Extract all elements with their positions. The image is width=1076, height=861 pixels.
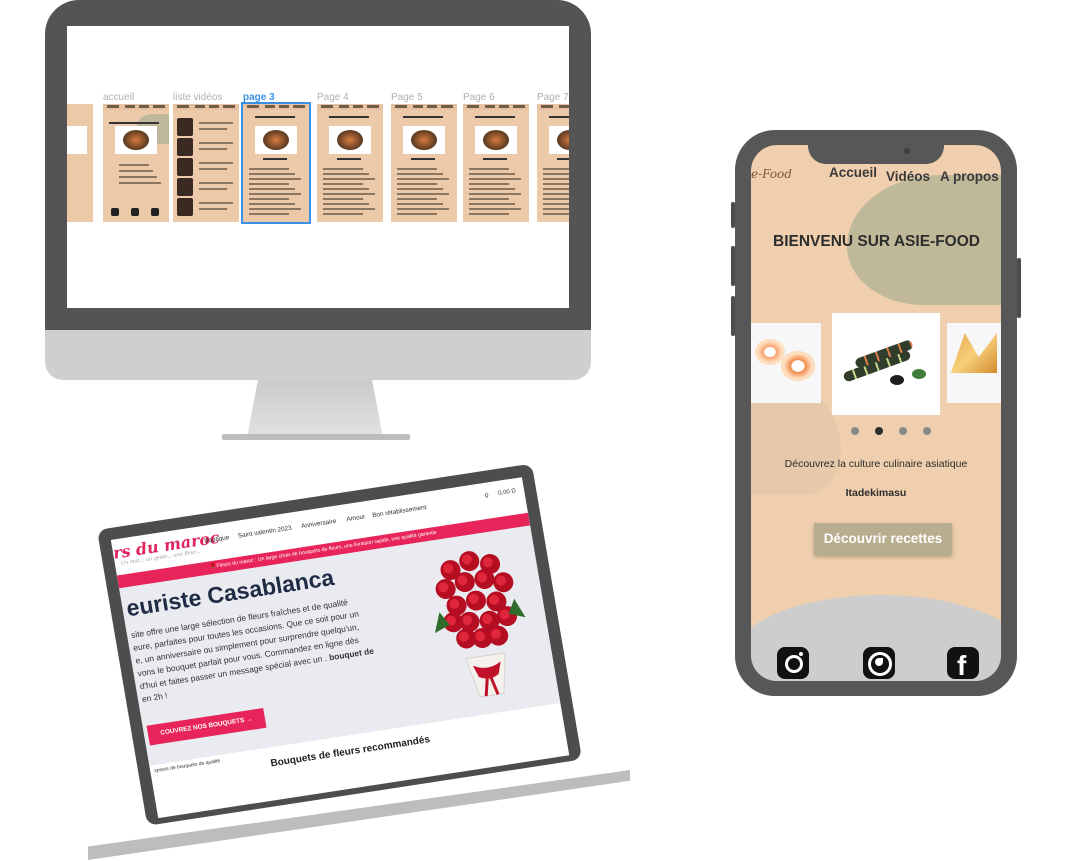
frame-label[interactable]: accueil [103,92,134,103]
frame-label[interactable]: Page 7 [537,92,569,103]
instagram-icon[interactable] [777,647,809,679]
carousel-slide-active[interactable] [832,313,940,415]
prototype-frame-thumbnail[interactable] [391,104,457,222]
subtitle: Itadekimasu [845,487,907,499]
frame-label[interactable]: page 3 [243,92,275,103]
phone-side-button [731,296,735,336]
prototype-frame-thumbnail[interactable] [537,104,569,222]
prototype-frame-thumbnail[interactable] [173,104,239,222]
page-title: BIENVENU SUR ASIE-FOOD [773,233,980,250]
camera-icon [904,148,910,154]
nav-anniversaire[interactable]: Anniversaire [301,518,337,530]
laptop: rs du maroc Un mot... un geste... une fl… [97,463,627,848]
phone-notch [808,140,944,164]
rose-bouquet-image [434,551,526,698]
whatsapp-icon[interactable] [863,647,895,679]
prototype-frame-thumbnail[interactable] [317,104,383,222]
phone-side-button [731,246,735,286]
frame-label[interactable]: liste vidéos [173,92,222,103]
laptop-screen: rs du maroc Un mot... un geste... une fl… [110,477,570,819]
prototype-frame-thumbnail[interactable] [103,104,169,222]
prototype-frame-thumbnail[interactable] [67,104,93,222]
nav-accueil[interactable]: Accueil [829,165,877,180]
monitor-stand [247,380,383,438]
facebook-icon[interactable]: f [947,647,979,681]
carousel-dot[interactable] [875,427,883,435]
nav-bon-retablissement[interactable]: Bon rétablissement [372,504,427,519]
carousel-slide-prev[interactable] [751,323,821,403]
tagline: Découvrez la culture culinaire asiatique [784,458,968,470]
nav-saint-valentin[interactable]: Saint valentin 2023 [237,525,292,540]
laptop-bezel: rs du maroc Un mot... un geste... une fl… [97,463,583,826]
site-logo[interactable]: e-Food [751,167,792,181]
phone-power-button [1017,258,1021,318]
frame-label[interactable]: Page 5 [391,92,423,103]
prototype-frame-thumbnail[interactable] [463,104,529,222]
carousel-dot[interactable] [851,427,859,435]
carousel-dot[interactable] [899,427,907,435]
cart-total[interactable]: 0,00 D [498,488,516,497]
soy-sauce-image [890,375,904,385]
search-icon[interactable]: ⚲ [484,492,489,500]
carousel-slide-next[interactable] [947,323,1001,403]
sushi-image [755,339,785,365]
sushi-image [781,351,815,381]
frame-label[interactable]: Page 6 [463,92,495,103]
nav-videos[interactable]: Vidéos [886,169,930,184]
carousel-dot[interactable] [923,427,931,435]
nav-a-propos[interactable]: A propos [940,169,999,184]
phone-side-button [731,202,735,228]
discover-recipes-button[interactable]: Découvrir recettes [814,523,952,555]
tempura-image [951,333,997,373]
discover-bouquets-button[interactable]: COUVREZ NOS BOUQUETS → [146,707,267,746]
wasabi-image [912,369,926,379]
prototype-frame-thumbnail[interactable] [241,102,311,224]
monitor-stand-base [222,434,410,440]
nav-amour[interactable]: Amour [346,513,366,523]
phone-screen: e-Food Accueil Vidéos A propos BIENVENU … [751,145,1001,681]
frame-label[interactable]: Page 4 [317,92,349,103]
laptop-lid: rs du maroc Un mot... un geste... une fl… [97,455,641,826]
monitor-chin [45,330,591,380]
monitor-screen: accueil liste vidéos page 3 Page 4 Page 5 Pag… [67,26,569,308]
